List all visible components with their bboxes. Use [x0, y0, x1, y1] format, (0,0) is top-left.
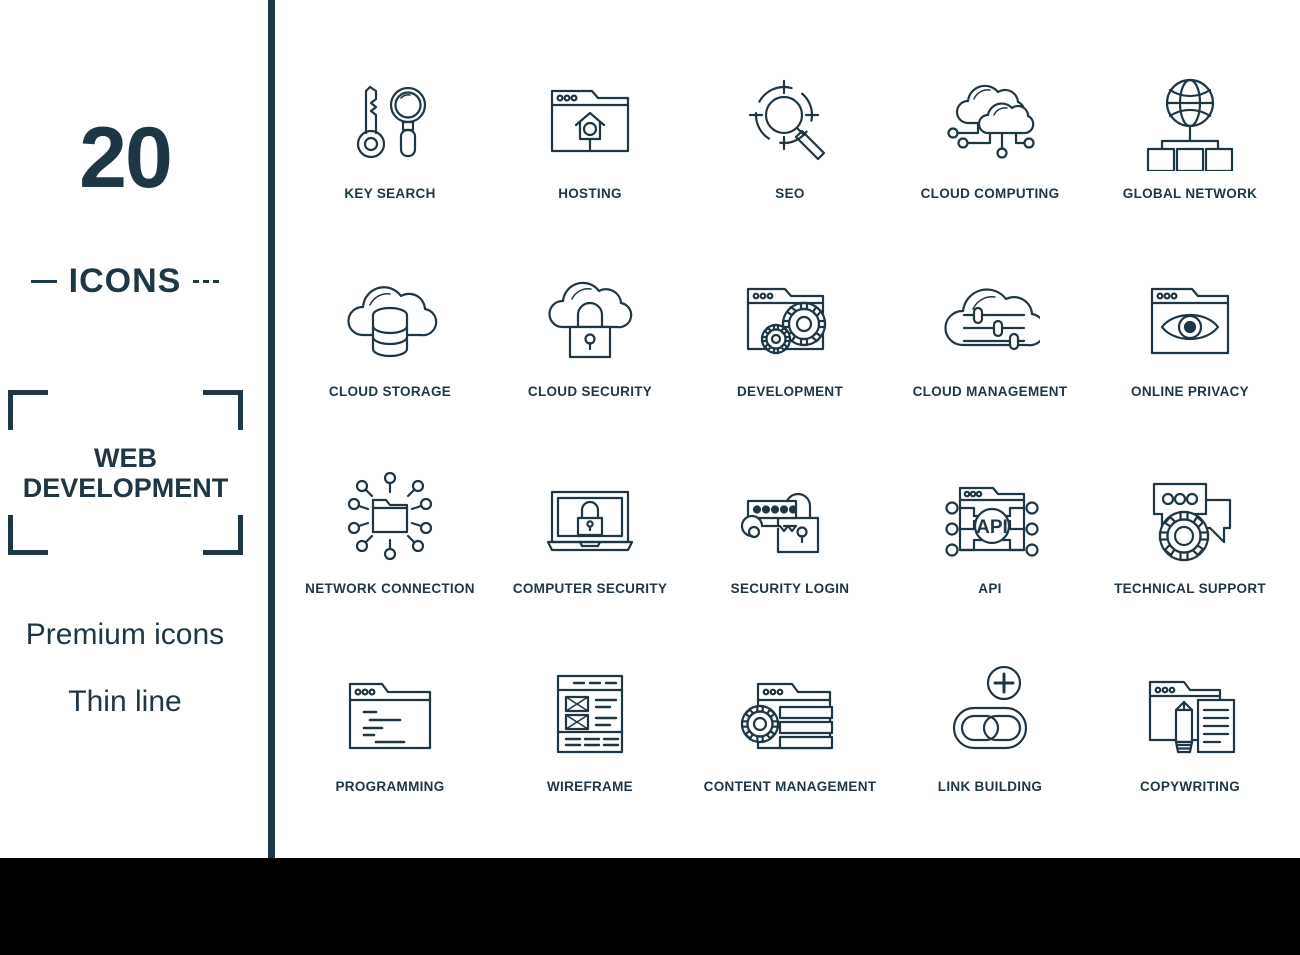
programming-icon: [331, 655, 449, 773]
icon-label: KEY SEARCH: [344, 186, 436, 201]
icon-label: SEO: [775, 186, 805, 201]
icon-cell-network-connection[interactable]: NETWORK CONNECTION: [290, 435, 490, 633]
icon-label: PROGRAMMING: [335, 778, 445, 794]
icon-cell-cloud-security[interactable]: CLOUD SECURITY: [490, 238, 690, 436]
cloud-management-icon: [931, 260, 1049, 378]
svg-text:API: API: [976, 517, 1008, 538]
api-icon: API: [931, 457, 1049, 575]
icon-label: API: [978, 581, 1002, 596]
icon-label: GLOBAL NETWORK: [1122, 186, 1258, 201]
global-network-icon: [1131, 62, 1249, 180]
icon-label: LINK BUILDING: [937, 778, 1043, 794]
icon-cell-copywriting[interactable]: COPYWRITING: [1090, 633, 1290, 831]
cloud-storage-icon: [331, 260, 449, 378]
watermark-bar: alamy Image ID: 2AMAJBG www.alamy.com: [0, 858, 1300, 955]
icon-label: CLOUD SECURITY: [527, 383, 653, 399]
bracket-corner-top-left: [8, 390, 48, 430]
icon-cell-security-login[interactable]: SECURITY LOGIN: [690, 435, 890, 633]
link-building-icon: [931, 655, 1049, 773]
tagline-premium-icons: Premium icons: [25, 618, 225, 651]
icon-cell-cloud-storage[interactable]: CLOUD STORAGE: [290, 238, 490, 436]
icon-label: CLOUD STORAGE: [328, 383, 452, 399]
icon-label: TECHNICAL SUPPORT: [1114, 581, 1266, 596]
sidebar: 20 ICONS WEB DEVELOPMENT Premium icons T…: [0, 0, 268, 858]
key-search-icon: [331, 62, 449, 180]
icon-cell-computer-security[interactable]: COMPUTER SECURITY: [490, 435, 690, 633]
seo-icon: [731, 62, 849, 180]
computer-security-icon: [531, 457, 649, 575]
icon-label: HOSTING: [558, 186, 622, 201]
security-login-icon: [731, 457, 849, 575]
icon-label: ONLINE PRIVACY: [1131, 383, 1249, 399]
icon-label: CONTENT MANAGEMENT: [703, 778, 877, 794]
icons-label-row: ICONS: [0, 262, 250, 301]
icon-cell-api[interactable]: API API: [890, 435, 1090, 633]
icon-cell-cloud-computing[interactable]: CLOUD COMPUTING: [890, 40, 1090, 238]
icon-cell-programming[interactable]: PROGRAMMING: [290, 633, 490, 831]
bracket-corner-bottom-right: [203, 515, 243, 555]
bracket-corner-top-right: [203, 390, 243, 430]
icons-label: ICONS: [68, 262, 182, 300]
icon-cell-global-network[interactable]: GLOBAL NETWORK: [1090, 40, 1290, 238]
cloud-security-icon: [531, 260, 649, 378]
icon-cell-key-search[interactable]: KEY SEARCH: [290, 40, 490, 238]
left-dash-decoration: [30, 280, 57, 283]
bracket-corner-bottom-left: [8, 515, 48, 555]
icon-cell-cloud-management[interactable]: CLOUD MANAGEMENT: [890, 238, 1090, 436]
content-management-icon: [731, 655, 849, 773]
icon-label: WIREFRAME: [547, 778, 633, 794]
icon-grid: KEY SEARCH HOSTING SEO CLOUD COMPUTING G…: [290, 40, 1290, 830]
network-connection-icon: [331, 457, 449, 575]
icon-cell-online-privacy[interactable]: ONLINE PRIVACY: [1090, 238, 1290, 436]
development-icon: [731, 260, 849, 378]
tagline-thin-line: Thin line: [68, 685, 182, 718]
icon-cell-wireframe[interactable]: WIREFRAME: [490, 633, 690, 831]
icon-cell-technical-support[interactable]: TECHNICAL SUPPORT: [1090, 435, 1290, 633]
icon-label: NETWORK CONNECTION: [305, 581, 475, 596]
category-bracket-frame: WEB DEVELOPMENT: [8, 390, 243, 555]
icon-label: DEVELOPMENT: [736, 383, 844, 399]
icon-cell-hosting[interactable]: HOSTING: [490, 40, 690, 238]
icon-cell-development[interactable]: DEVELOPMENT: [690, 238, 890, 436]
technical-support-icon: [1131, 457, 1249, 575]
icon-label: COPYWRITING: [1139, 778, 1241, 794]
icon-count: 20: [79, 110, 173, 206]
icon-label: COMPUTER SECURITY: [512, 581, 668, 596]
poster-canvas: 20 ICONS WEB DEVELOPMENT Premium icons T…: [0, 0, 1300, 955]
icon-label: CLOUD COMPUTING: [920, 186, 1060, 201]
icon-label: CLOUD MANAGEMENT: [912, 383, 1068, 399]
wireframe-icon: [531, 655, 649, 773]
icon-cell-seo[interactable]: SEO: [690, 40, 890, 238]
right-dash-decoration: [193, 280, 220, 283]
category-title: WEB DEVELOPMENT: [22, 442, 229, 503]
icon-label: SECURITY LOGIN: [730, 581, 850, 596]
copywriting-icon: [1131, 655, 1249, 773]
icon-cell-link-building[interactable]: LINK BUILDING: [890, 633, 1090, 831]
icon-cell-content-management[interactable]: CONTENT MANAGEMENT: [690, 633, 890, 831]
online-privacy-icon: [1131, 260, 1249, 378]
cloud-computing-icon: [931, 62, 1049, 180]
vertical-divider: [268, 0, 275, 858]
hosting-icon: [531, 62, 649, 180]
